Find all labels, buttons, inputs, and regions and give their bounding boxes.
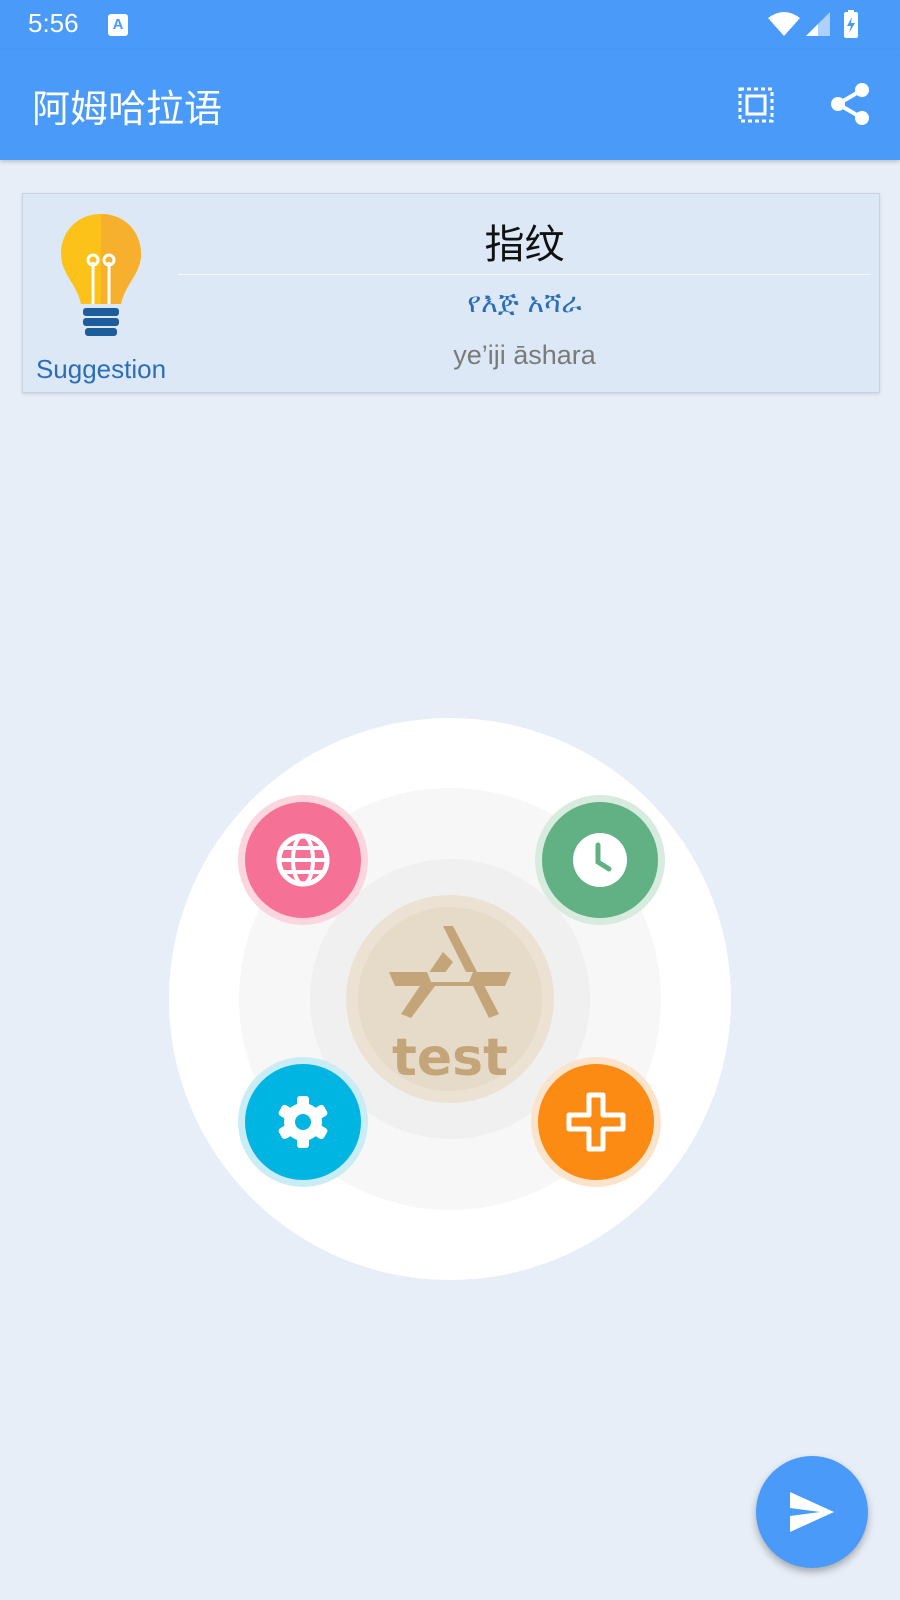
word-amharic: የእጅ አሻራ bbox=[467, 286, 582, 319]
text-a-icon: A bbox=[108, 14, 128, 36]
settings-button[interactable] bbox=[238, 1057, 368, 1187]
add-button[interactable] bbox=[531, 1057, 661, 1187]
fullscreen-button[interactable] bbox=[731, 80, 781, 130]
suggestion-card[interactable]: Suggestion 指纹 የእጅ አሻራ ye’iji āshara bbox=[22, 193, 880, 393]
wifi-icon bbox=[768, 12, 800, 36]
history-button[interactable] bbox=[535, 795, 665, 925]
status-time: 5:56 bbox=[28, 8, 79, 38]
app-bar: 阿姆哈拉语 bbox=[0, 50, 900, 160]
word-divider bbox=[178, 274, 871, 275]
center-label: test bbox=[392, 1028, 508, 1088]
globe-button[interactable] bbox=[238, 795, 368, 925]
clock-icon bbox=[573, 833, 627, 887]
plus-icon bbox=[566, 1092, 626, 1152]
word-chinese: 指纹 bbox=[484, 222, 565, 268]
app-title: 阿姆哈拉语 bbox=[32, 87, 223, 131]
globe-icon bbox=[276, 833, 330, 887]
status-icons bbox=[768, 10, 878, 40]
fullscreen-icon bbox=[738, 87, 774, 123]
gear-icon bbox=[278, 1096, 328, 1148]
status-bar: 5:56 A bbox=[0, 0, 900, 50]
send-button[interactable] bbox=[756, 1456, 868, 1568]
share-icon bbox=[831, 83, 869, 125]
battery-icon bbox=[844, 10, 858, 38]
share-button[interactable] bbox=[826, 80, 876, 130]
suggestion-label: Suggestion bbox=[35, 354, 167, 384]
app-store-icon bbox=[389, 926, 511, 1018]
radial-menu: test bbox=[169, 718, 731, 1280]
word-romanized: ye’iji āshara bbox=[453, 340, 596, 370]
send-icon bbox=[790, 1492, 834, 1532]
lightbulb-icon bbox=[59, 212, 143, 346]
signal-icon bbox=[806, 12, 830, 36]
